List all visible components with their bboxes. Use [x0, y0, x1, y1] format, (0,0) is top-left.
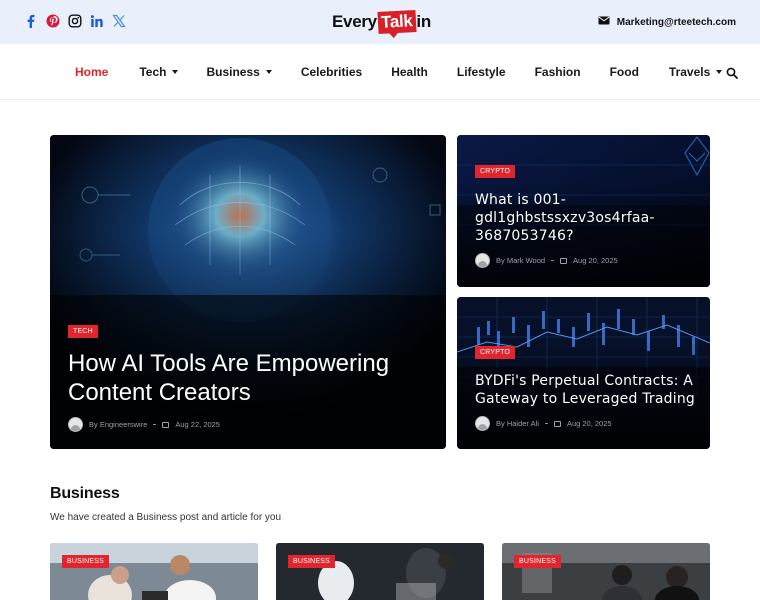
nav-item-label: Tech: [139, 65, 167, 79]
nav-item-label: Celebrities: [300, 65, 363, 79]
linkedin-icon[interactable]: [90, 14, 104, 28]
author-name[interactable]: By Engineerswire: [89, 420, 147, 429]
nav-item-label: Health: [391, 65, 428, 79]
featured-article-card[interactable]: TECH How AI Tools Are Empowering Content…: [50, 135, 446, 449]
nav-item-home[interactable]: Home: [75, 65, 108, 79]
article-date: Aug 20, 2025: [566, 419, 612, 428]
article-date: Aug 22, 2025: [175, 420, 220, 429]
nav-item-celebrities[interactable]: Celebrities: [301, 65, 362, 79]
category-tag[interactable]: BUSINESS: [514, 555, 561, 568]
article-title[interactable]: What is 001-gdl1ghbstssxzv3os4rfaa-36870…: [475, 191, 695, 245]
search-icon[interactable]: [726, 66, 738, 79]
nav-item-label: Travels: [668, 65, 711, 79]
featured-article-title[interactable]: How AI Tools Are Empowering Content Crea…: [68, 349, 428, 407]
nav-item-label: Food: [609, 65, 639, 79]
section-subtitle: We have created a Business post and arti…: [50, 512, 282, 523]
nav-item-label: Home: [75, 65, 109, 79]
contact-email-text: Marketing@rteetech.com: [616, 16, 736, 28]
logo-text-in: in: [416, 12, 431, 31]
business-article-card[interactable]: BUSINESS: [502, 543, 710, 600]
section-title: Business: [50, 485, 120, 502]
nav-item-food[interactable]: Food: [610, 65, 639, 79]
author-name[interactable]: By Haider Ali: [496, 419, 539, 428]
article-card[interactable]: CRYPTO What is 001-gdl1ghbstssxzv3os4rfa…: [457, 135, 710, 287]
author-avatar: [475, 253, 490, 268]
nav-item-tech[interactable]: Tech: [139, 65, 179, 79]
article-image: [276, 543, 484, 600]
chevron-down-icon: [265, 70, 272, 74]
pinterest-icon[interactable]: [46, 14, 60, 28]
nav-item-label: Fashion: [534, 65, 581, 79]
article-title[interactable]: BYDFi's Perpetual Contracts: A Gateway t…: [475, 372, 701, 408]
calendar-icon: [162, 421, 170, 428]
category-tag[interactable]: TECH: [68, 325, 98, 338]
nav-item-health[interactable]: Health: [391, 65, 428, 79]
category-tag[interactable]: CRYPTO: [475, 346, 516, 359]
nav-item-business[interactable]: Business: [206, 65, 272, 79]
category-tag[interactable]: CRYPTO: [475, 165, 516, 178]
article-meta: By Mark Wood Aug 20, 2025: [475, 253, 618, 268]
chevron-down-icon: [716, 70, 723, 74]
nav-item-lifestyle[interactable]: Lifestyle: [457, 65, 506, 79]
chevron-down-icon: [172, 70, 179, 74]
article-meta: By Haider Ali Aug 20, 2025: [475, 416, 612, 431]
mail-icon: [598, 16, 610, 28]
nav-item-label: Lifestyle: [456, 65, 506, 79]
article-date: Aug 20, 2025: [573, 256, 618, 265]
social-links: [24, 14, 126, 28]
business-article-card[interactable]: BUSINESS: [276, 543, 484, 600]
category-tag[interactable]: BUSINESS: [288, 555, 335, 568]
business-article-card[interactable]: BUSINESS: [50, 543, 258, 600]
article-meta: By Engineerswire Aug 22, 2025: [68, 417, 220, 432]
author-avatar: [475, 416, 490, 431]
contact-email[interactable]: Marketing@rteetech.com: [598, 16, 736, 28]
calendar-icon: [560, 257, 568, 264]
site-logo[interactable]: Every Talk in: [332, 10, 431, 34]
nav-item-travels[interactable]: Travels: [668, 65, 723, 79]
article-card[interactable]: CRYPTO BYDFi's Perpetual Contracts: A Ga…: [457, 297, 710, 449]
x-twitter-icon[interactable]: [112, 14, 126, 28]
article-image: [502, 543, 710, 600]
instagram-icon[interactable]: [68, 14, 82, 28]
author-avatar: [68, 417, 83, 432]
logo-text-talk: Talk: [377, 10, 416, 34]
author-name[interactable]: By Mark Wood: [496, 256, 545, 265]
calendar-icon: [553, 420, 561, 427]
top-bar: Every Talk in Marketing@rteetech.com: [0, 0, 760, 44]
nav-item-label: Business: [206, 65, 260, 79]
nav-item-fashion[interactable]: Fashion: [535, 65, 581, 79]
category-tag[interactable]: BUSINESS: [62, 555, 109, 568]
main-navigation: Home Tech Business Celebrities Health Li…: [0, 44, 760, 100]
facebook-icon[interactable]: [24, 14, 38, 28]
article-image: [50, 543, 258, 600]
logo-text-every: Every: [332, 12, 377, 31]
